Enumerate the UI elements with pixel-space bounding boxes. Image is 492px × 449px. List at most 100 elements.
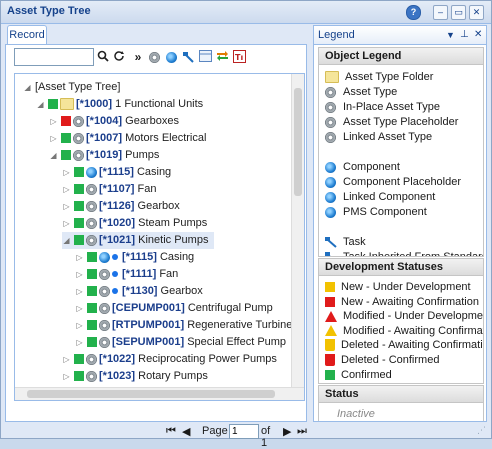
gear-icon (325, 116, 336, 128)
status-square-icon (325, 296, 335, 307)
expand-arrow-icon[interactable]: ▷ (75, 253, 84, 262)
refresh-icon[interactable] (112, 50, 126, 64)
expand-arrow-icon[interactable]: ▷ (75, 338, 84, 347)
collapse-arrow-icon[interactable]: ◢ (36, 100, 45, 109)
tree-node-label: Gearbox (137, 200, 180, 212)
search-icon[interactable] (96, 50, 110, 64)
component-icon[interactable] (164, 50, 178, 64)
gear-icon (86, 200, 97, 212)
tree-node[interactable]: ▷ [*1111] Fan (75, 266, 178, 283)
tree-node[interactable]: ▷ [CEPUMP001] Centrifugal Pump (75, 300, 272, 317)
expand-arrow-icon[interactable]: ▷ (75, 287, 84, 296)
help-icon[interactable]: ? (406, 5, 421, 20)
legend-item-label: Component (343, 161, 400, 173)
restore-icon[interactable]: ▭ (451, 5, 466, 20)
tree-node[interactable]: ◢ [*1021] Kinetic Pumps (62, 232, 215, 249)
expand-arrow-icon[interactable]: ▷ (75, 321, 84, 330)
gear-icon (325, 131, 336, 143)
tree-node[interactable]: ◢ [*1000] 1 Functional Units (36, 96, 203, 113)
tree-node[interactable]: ▷ [*1004] Gearboxes (49, 113, 179, 130)
dropdown-icon[interactable]: ▼ (446, 26, 455, 44)
legend-item-label: Linked Component (343, 191, 436, 203)
component-icon (325, 206, 336, 218)
expand-arrow-icon[interactable]: ▷ (62, 185, 71, 194)
expand-arrow-icon[interactable]: ▷ (75, 304, 84, 313)
expand-arrow-icon[interactable]: ▷ (75, 270, 84, 279)
swap-icon[interactable] (215, 50, 229, 64)
tree-node[interactable]: ▷ [*1115] Casing (75, 249, 194, 266)
tree-node[interactable]: ▷ [SEPUMP001] Special Effect Pump (75, 334, 286, 351)
gear-icon (99, 319, 110, 331)
task-icon[interactable] (181, 50, 195, 64)
vertical-scroll-thumb[interactable] (294, 88, 302, 196)
resize-grip-icon[interactable]: ⋰ (477, 425, 487, 435)
tree-node[interactable]: ▷ [*1126] Gearbox (62, 198, 180, 215)
close-icon[interactable]: ✕ (469, 5, 484, 20)
expand-arrow-icon[interactable]: ▷ (62, 202, 71, 211)
tree-node[interactable]: ▷ [*1107] Fan (62, 181, 156, 198)
horizontal-scroll-thumb[interactable] (27, 390, 275, 398)
tree-node[interactable]: ▷ [*1130] Gearbox (75, 283, 202, 300)
tab-record[interactable]: Record (7, 25, 47, 44)
tree-node-code: [*1007] (86, 132, 123, 144)
expand-arrow-icon[interactable]: ▷ (49, 134, 58, 143)
tree-node-label: Casing (159, 251, 195, 263)
collapse-arrow-icon[interactable]: ◢ (23, 83, 32, 92)
legend-body: Object Legend Asset Type Folder Asset Typ… (313, 44, 487, 422)
last-page-icon[interactable]: ⏭ (297, 425, 307, 438)
gear-icon (99, 336, 110, 348)
tree-node-code: [*1107] (99, 183, 135, 195)
gear-icon (73, 132, 84, 144)
tree-node-label: 1 Functional Units (115, 98, 204, 110)
expand-arrow-icon[interactable]: ▷ (62, 219, 71, 228)
legend-item: In-Place Asset Type (325, 100, 440, 115)
legend-item-label: Asset Type Placeholder (343, 116, 459, 128)
text-report-icon[interactable]: Tı (232, 50, 246, 64)
first-page-icon[interactable]: ⏮ (166, 425, 176, 438)
tree-node-label: Casing (136, 166, 172, 178)
development-statuses-section: Development Statuses New - Under Develop… (318, 258, 484, 384)
component-icon (99, 251, 110, 263)
pin-icon[interactable]: ⊥ (460, 26, 469, 44)
expand-all-icon[interactable]: » (131, 50, 145, 64)
tree-node[interactable]: ▷ [*1022] Reciprocating Power Pumps (62, 351, 277, 368)
expand-arrow-icon[interactable]: ▷ (62, 355, 71, 364)
gear-icon[interactable] (147, 50, 161, 64)
tree-node[interactable]: ◢ [*1019] Pumps (49, 147, 159, 164)
horizontal-scrollbar[interactable] (15, 387, 304, 400)
trash-bin-icon (325, 339, 335, 352)
collapse-arrow-icon[interactable]: ◢ (49, 151, 58, 160)
prev-page-icon[interactable]: ◀ (182, 425, 190, 438)
status-legend-item: New - Under Development (325, 280, 471, 295)
tree-node[interactable]: ▷ [*1023] Rotary Pumps (62, 368, 207, 385)
tree-node-code: [*1021] (99, 234, 136, 246)
status-legend-item: Modified - Under Development (325, 309, 483, 324)
next-page-icon[interactable]: ▶ (283, 425, 291, 438)
legend-item: Linked Asset Type (325, 130, 432, 145)
minimize-icon[interactable]: – (433, 5, 448, 20)
expand-arrow-icon[interactable]: ▷ (62, 372, 71, 381)
tree-node[interactable]: ▷ [*1020] Steam Pumps (62, 215, 207, 232)
status-legend-label: Deleted - Awaiting Confirmation (341, 339, 484, 352)
linked-dot-icon (112, 271, 118, 278)
page-label: Page (202, 425, 228, 437)
vertical-scrollbar[interactable] (291, 74, 304, 387)
object-legend-heading: Object Legend (319, 48, 483, 65)
expand-arrow-icon[interactable]: ▷ (49, 117, 58, 126)
tree-node[interactable]: ◢ [Asset Type Tree] (23, 79, 120, 96)
legend-item: Asset Type (325, 85, 397, 100)
tree-node[interactable]: ▷ [*1007] Motors Electrical (49, 130, 206, 147)
gear-icon (325, 86, 336, 98)
expand-arrow-icon[interactable]: ▷ (62, 168, 71, 177)
gear-icon (86, 370, 97, 382)
tree-node[interactable]: ▷ [*1115] Casing (62, 164, 171, 181)
page-number-input[interactable] (229, 424, 259, 439)
legend-item-label: Asset Type (343, 86, 398, 98)
legend-header: Legend ▼ ⊥ ✕ (313, 25, 487, 45)
search-input[interactable] (14, 48, 94, 66)
tree-node[interactable]: ▷ [RTPUMP001] Regenerative Turbine Pump (75, 317, 291, 334)
collapse-arrow-icon[interactable]: ◢ (62, 236, 71, 245)
legend-panel: Legend ▼ ⊥ ✕ Object Legend Asset Type Fo… (313, 25, 487, 422)
close-panel-icon[interactable]: ✕ (474, 26, 482, 44)
grid-view-icon[interactable] (198, 50, 212, 64)
